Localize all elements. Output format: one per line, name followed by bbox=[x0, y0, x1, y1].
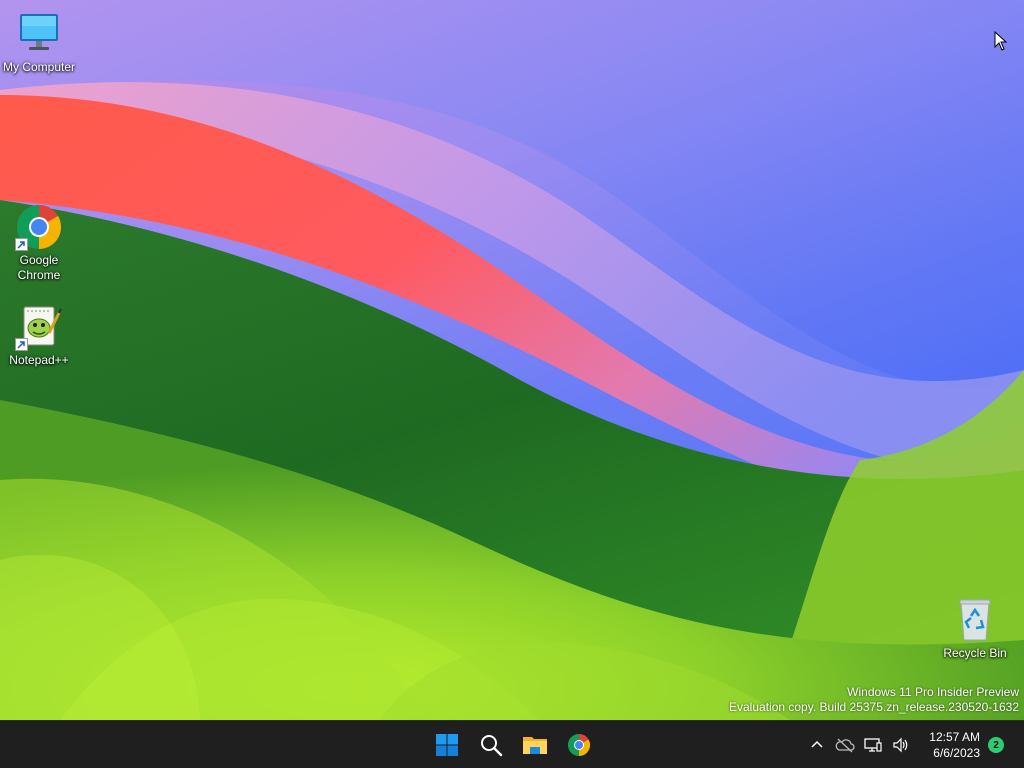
monitor-icon bbox=[15, 10, 63, 58]
watermark-line: Windows 11 Pro Insider Preview bbox=[847, 685, 1019, 699]
onedrive-offline-icon bbox=[835, 738, 855, 753]
network-icon bbox=[864, 738, 882, 752]
show-hidden-icons-button[interactable] bbox=[803, 725, 831, 765]
evaluation-watermark: Windows 11 Pro Insider Preview Evaluatio… bbox=[729, 685, 1019, 715]
label-line: Google bbox=[19, 253, 59, 267]
notepadpp-icon bbox=[15, 303, 63, 351]
search-button[interactable] bbox=[469, 725, 513, 765]
clock-date: 6/6/2023 bbox=[933, 746, 980, 760]
clock-time: 12:57 AM bbox=[929, 730, 980, 744]
file-explorer-button[interactable] bbox=[513, 725, 557, 765]
search-icon bbox=[481, 735, 503, 757]
desktop-icon-label: Recycle Bin bbox=[943, 646, 1007, 660]
chrome-icon bbox=[15, 203, 63, 251]
network-button[interactable] bbox=[859, 725, 887, 765]
system-tray: 12:57 AM 6/6/2023 2 bbox=[803, 721, 1024, 769]
folder-icon bbox=[523, 737, 547, 754]
taskbar-pinned-apps bbox=[425, 721, 601, 769]
watermark-line: Evaluation copy. Build 25375.zn_release.… bbox=[729, 700, 1019, 714]
desktop-icon-recycle-bin[interactable]: Recycle Bin bbox=[936, 596, 1014, 661]
clock-button[interactable]: 12:57 AM 6/6/2023 bbox=[915, 729, 988, 761]
desktop[interactable]: My Computer Google Chrome Notepad++ Recy… bbox=[0, 0, 1024, 720]
taskbar: 12:57 AM 6/6/2023 2 bbox=[0, 720, 1024, 768]
wallpaper bbox=[0, 0, 1024, 720]
chrome-taskbar-button[interactable] bbox=[557, 725, 601, 765]
notification-badge[interactable]: 2 bbox=[988, 737, 1004, 753]
windows-logo-icon bbox=[436, 734, 458, 756]
desktop-icon-notepadpp[interactable]: Notepad++ bbox=[0, 303, 78, 368]
desktop-icon-my-computer[interactable]: My Computer bbox=[0, 10, 78, 75]
mouse-cursor-icon bbox=[994, 31, 1008, 51]
recycle-bin-icon bbox=[951, 596, 999, 644]
label-line: Chrome bbox=[17, 268, 61, 282]
shortcut-arrow-icon bbox=[15, 338, 28, 351]
shortcut-arrow-icon bbox=[15, 238, 28, 251]
chevron-up-icon bbox=[811, 740, 823, 748]
desktop-icon-label: Notepad++ bbox=[9, 353, 69, 367]
start-button[interactable] bbox=[425, 725, 469, 765]
chrome-icon bbox=[568, 734, 590, 756]
onedrive-button[interactable] bbox=[831, 725, 859, 765]
desktop-icon-google-chrome[interactable]: Google Chrome bbox=[0, 203, 78, 283]
desktop-icon-label: Google Chrome bbox=[0, 253, 78, 283]
volume-button[interactable] bbox=[887, 725, 915, 765]
volume-icon bbox=[893, 737, 908, 753]
desktop-icon-label: My Computer bbox=[2, 60, 76, 74]
